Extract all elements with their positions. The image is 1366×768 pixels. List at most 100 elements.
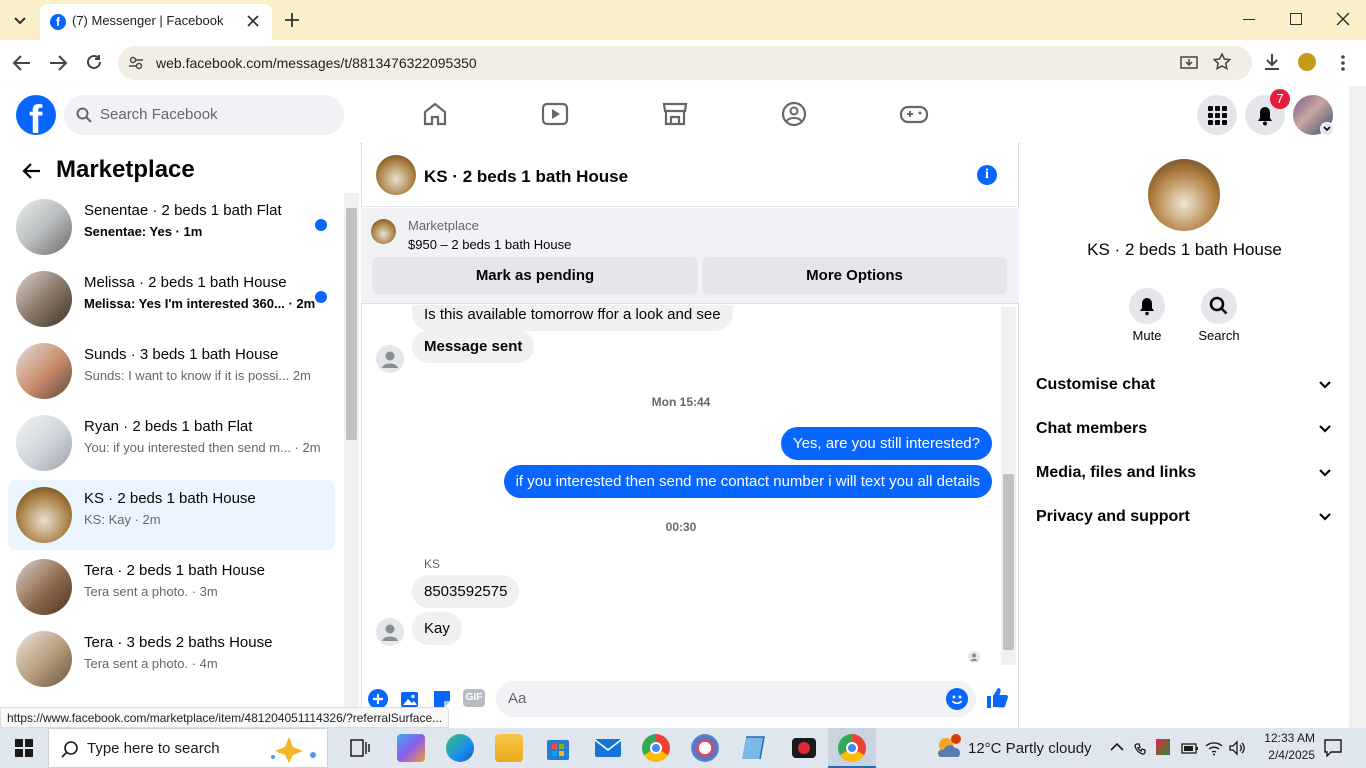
privacy-support-section[interactable]: Privacy and support — [1036, 508, 1190, 526]
facebook-logo-icon[interactable]: f — [16, 95, 56, 135]
sticker-icon[interactable] — [432, 689, 452, 709]
mark-as-pending-button[interactable]: Mark as pending — [372, 257, 698, 294]
profile-icon[interactable] — [1298, 53, 1316, 71]
chrome-icon[interactable] — [642, 734, 670, 762]
groups-icon[interactable] — [780, 101, 808, 127]
install-app-icon[interactable] — [1180, 54, 1198, 72]
conversation-item[interactable]: Tera · 2 beds 1 bath House Tera sent a p… — [8, 552, 335, 622]
listing-thumbnail — [16, 415, 72, 471]
chat-title[interactable]: KS · 2 beds 1 bath House — [424, 167, 628, 187]
media-files-links-section[interactable]: Media, files and links — [1036, 464, 1196, 482]
marketplace-title: Marketplace — [56, 156, 195, 183]
conversation-item[interactable]: Ryan · 2 beds 1 bath Flat You: if you in… — [8, 408, 335, 478]
message-bubble-incoming[interactable]: Is this available tomorrow ffor a look a… — [412, 305, 733, 331]
conversation-item[interactable]: Tera · 3 beds 2 baths House Tera sent a … — [8, 624, 335, 694]
edge-icon[interactable] — [446, 734, 474, 762]
conversation-preview: Tera sent a photo. · 3m — [84, 584, 218, 599]
gaming-icon[interactable] — [899, 101, 929, 127]
video-icon[interactable] — [541, 101, 569, 127]
notification-center-icon[interactable] — [1324, 739, 1342, 757]
search-in-chat-icon[interactable] — [1201, 288, 1237, 324]
page-scrollbar[interactable] — [1349, 86, 1366, 728]
emoji-icon[interactable] — [946, 688, 968, 710]
listing-thumbnail — [16, 631, 72, 687]
notification-badge: 7 — [1270, 89, 1290, 109]
home-icon[interactable] — [422, 101, 448, 127]
clock-date[interactable]: 2/4/2025 — [1253, 748, 1315, 762]
close-tab-icon[interactable] — [246, 14, 260, 28]
paint-app-icon[interactable] — [691, 734, 719, 762]
mute-bell-icon[interactable] — [1129, 288, 1165, 324]
file-explorer-icon[interactable] — [495, 734, 523, 762]
reload-icon[interactable] — [85, 53, 103, 71]
forward-icon[interactable] — [48, 54, 68, 72]
listing-thumbnail[interactable] — [371, 219, 396, 244]
notes-app-icon[interactable] — [740, 734, 768, 762]
photo-icon[interactable] — [400, 689, 420, 709]
volume-icon[interactable] — [1228, 740, 1246, 756]
gif-icon[interactable]: GIF — [463, 689, 485, 707]
new-tab-icon[interactable] — [284, 12, 300, 28]
chevron-down-icon[interactable] — [1318, 423, 1332, 435]
tray-chevron-up-icon[interactable] — [1110, 742, 1124, 752]
chevron-down-icon[interactable] — [1318, 467, 1332, 479]
facebook-search-input[interactable]: Search Facebook — [64, 95, 344, 135]
status-bar-url: https://www.facebook.com/marketplace/ite… — [0, 707, 450, 728]
like-thumb-icon[interactable] — [985, 686, 1009, 710]
chat-scrollbar-thumb[interactable] — [1003, 474, 1014, 650]
bookmark-star-icon[interactable] — [1213, 53, 1231, 71]
wifi-icon[interactable] — [1205, 740, 1223, 756]
taskbar-search-box[interactable]: Type here to search — [48, 728, 328, 768]
browser-tab[interactable]: f (7) Messenger | Facebook — [40, 4, 272, 40]
conversation-item[interactable]: Senentae · 2 beds 1 bath Flat Senentae: … — [8, 192, 335, 262]
chat-avatar[interactable] — [376, 155, 416, 195]
close-window-icon[interactable] — [1336, 12, 1350, 26]
minimize-icon[interactable] — [1243, 19, 1255, 20]
clock-time[interactable]: 12:33 AM — [1253, 731, 1315, 745]
windows-start-icon[interactable] — [15, 739, 33, 757]
browser-menu-icon[interactable] — [1340, 54, 1346, 72]
restore-icon[interactable] — [1290, 13, 1302, 25]
marketplace-icon[interactable] — [661, 101, 689, 127]
tab-search-button[interactable] — [8, 8, 32, 32]
account-chevron-icon[interactable] — [1320, 122, 1334, 136]
tab-title: (7) Messenger | Facebook — [72, 13, 224, 28]
microsoft-store-icon[interactable] — [544, 734, 572, 762]
more-options-button[interactable]: More Options — [702, 257, 1007, 294]
conversation-item[interactable]: Melissa · 2 beds 1 bath House Melissa: Y… — [8, 264, 335, 334]
back-icon[interactable] — [12, 54, 32, 72]
app-tray-icon[interactable] — [1156, 739, 1170, 755]
site-info-icon[interactable] — [128, 55, 144, 71]
conversation-preview: Melissa: Yes I'm interested 360... · 2m — [84, 296, 316, 311]
list-scrollbar-thumb[interactable] — [346, 208, 357, 440]
back-arrow-icon[interactable] — [22, 161, 42, 181]
message-bubble-incoming[interactable]: 8503592575 — [412, 575, 520, 608]
message-bubble-outgoing[interactable]: Yes, are you still interested? — [780, 427, 992, 460]
chevron-down-icon[interactable] — [1318, 511, 1332, 523]
banner-price[interactable]: $950 – 2 beds 1 bath House — [408, 237, 571, 252]
downloads-icon[interactable] — [1263, 53, 1281, 71]
taskbar-search-placeholder: Type here to search — [87, 740, 220, 757]
meet-now-icon[interactable] — [1133, 740, 1149, 756]
conversation-item-selected[interactable]: KS · 2 beds 1 bath House KS: Kay · 2m — [8, 480, 335, 550]
chat-members-section[interactable]: Chat members — [1036, 420, 1147, 438]
weather-text[interactable]: 12°C Partly cloudy — [968, 740, 1092, 757]
address-bar[interactable]: web.facebook.com/messages/t/881347632209… — [118, 46, 1252, 80]
active-chrome-taskbar-item[interactable] — [828, 728, 876, 768]
message-bubble-outgoing[interactable]: if you interested then send me contact n… — [503, 465, 992, 498]
customise-chat-section[interactable]: Customise chat — [1036, 376, 1155, 394]
conversation-item[interactable]: Sunds · 3 beds 1 bath House Sunds: I wan… — [8, 336, 335, 406]
mail-icon[interactable] — [594, 734, 622, 762]
menu-grid-icon[interactable] — [1197, 95, 1237, 135]
conversation-avatar[interactable] — [1148, 159, 1220, 231]
message-bubble-incoming[interactable]: Kay — [412, 612, 462, 645]
info-icon[interactable]: i — [977, 165, 997, 185]
chevron-down-icon[interactable] — [1318, 379, 1332, 391]
task-view-icon[interactable] — [350, 738, 370, 758]
message-bubble-incoming[interactable]: Message sent — [412, 330, 535, 363]
battery-icon[interactable] — [1181, 742, 1199, 754]
recorder-app-icon[interactable] — [790, 734, 818, 762]
message-input[interactable]: Aa — [496, 681, 976, 717]
copilot-icon[interactable] — [397, 734, 425, 762]
add-icon[interactable] — [368, 689, 388, 709]
